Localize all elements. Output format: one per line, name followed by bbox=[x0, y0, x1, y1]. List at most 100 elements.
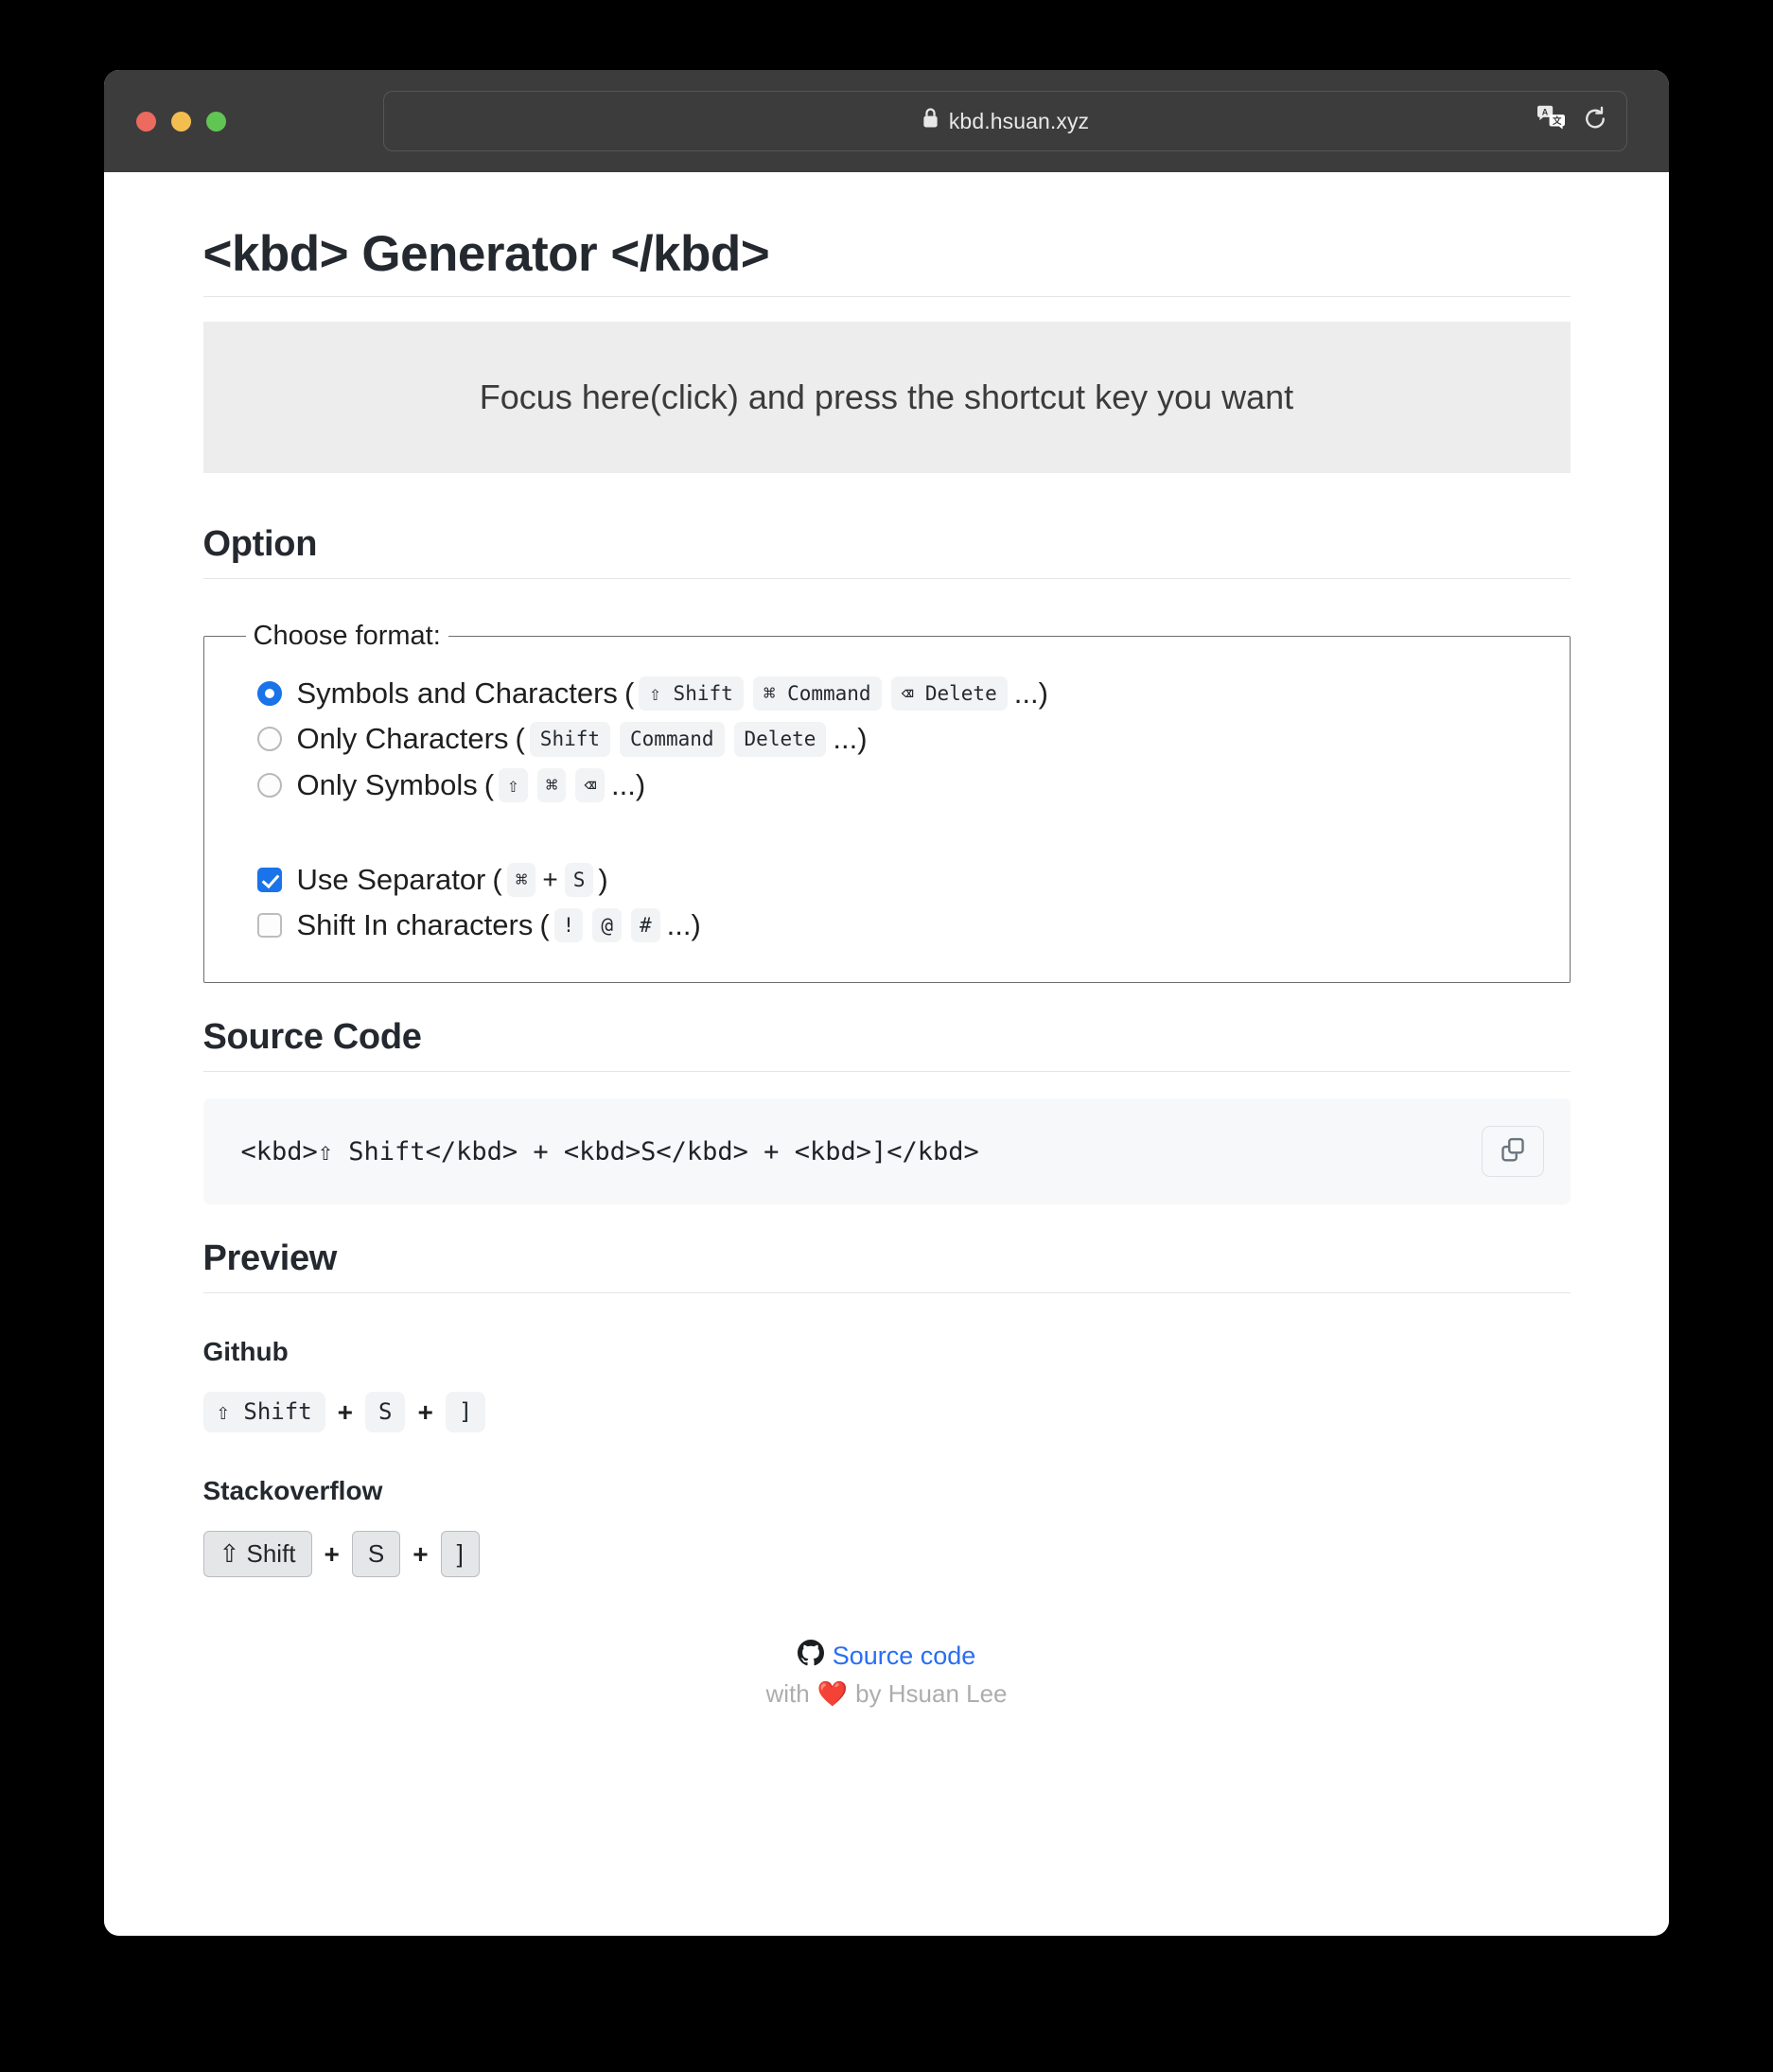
ellipsis: ... bbox=[833, 722, 858, 756]
close-paren: ) bbox=[1038, 676, 1048, 711]
option-section-heading: Option bbox=[202, 524, 1571, 579]
close-paren: ) bbox=[598, 862, 608, 896]
reload-icon[interactable] bbox=[1581, 105, 1609, 138]
close-paren: ) bbox=[857, 722, 868, 756]
address-bar-actions: A 文 bbox=[1536, 105, 1609, 138]
source-code-link-label: Source code bbox=[832, 1642, 976, 1671]
close-window-button[interactable] bbox=[136, 111, 156, 132]
kbd-chip: # bbox=[630, 908, 660, 943]
translate-icon[interactable]: A 文 bbox=[1536, 105, 1568, 138]
radio-only-characters[interactable] bbox=[256, 727, 282, 752]
checkbox-shift-in-characters[interactable] bbox=[256, 913, 282, 939]
open-paren: ( bbox=[515, 722, 525, 756]
close-paren: ) bbox=[635, 767, 646, 801]
preview-title-github: Github bbox=[202, 1337, 289, 1367]
checkbox-use-separator[interactable] bbox=[256, 867, 282, 892]
github-icon bbox=[797, 1640, 824, 1673]
kbd-chip: S bbox=[564, 862, 594, 897]
heart-icon: ❤️ bbox=[816, 1679, 849, 1709]
open-paren: ( bbox=[623, 676, 635, 711]
kbd-chip: ⌫ bbox=[575, 767, 606, 802]
shortcut-capture-hint: Focus here(click) and press the shortcut… bbox=[479, 378, 1294, 416]
kbd-chip: ⇧ Shift bbox=[202, 1392, 325, 1433]
svg-text:文: 文 bbox=[1552, 115, 1562, 127]
checkbox-label-use-separator: Use Separator bbox=[296, 862, 486, 896]
preview-group-stackoverflow: Stackoverflow ⇧ Shift + S + ] bbox=[202, 1476, 1571, 1578]
kbd-chip: Command bbox=[620, 722, 725, 757]
checkbox-label-shift-in-characters: Shift In characters bbox=[296, 908, 534, 942]
source-code-section-heading: Source Code bbox=[202, 1017, 1571, 1073]
kbd-chip: S bbox=[351, 1531, 401, 1578]
radio-row-only-characters[interactable]: Only Characters ( Shift Command Delete .… bbox=[256, 722, 1543, 757]
copy-button[interactable] bbox=[1481, 1126, 1544, 1178]
radio-row-symbols-and-characters[interactable]: Symbols and Characters ( ⇧ Shift ⌘ Comma… bbox=[256, 676, 1543, 711]
format-fieldset: Choose format: Symbols and Characters ( … bbox=[202, 621, 1571, 984]
svg-text:A: A bbox=[1542, 108, 1549, 117]
radio-row-only-symbols[interactable]: Only Symbols ( ⇧ ⌘ ⌫ ... ) bbox=[256, 767, 1543, 802]
kbd-chip: ⌘ bbox=[506, 862, 536, 897]
kbd-chip: ⇧ bbox=[499, 767, 528, 802]
footer-credit: with ❤️ by Hsuan Lee bbox=[203, 1679, 1571, 1709]
copy-icon bbox=[1499, 1135, 1527, 1168]
close-paren: ) bbox=[691, 908, 701, 942]
source-code-link[interactable]: Source code bbox=[797, 1640, 976, 1673]
address-bar-content: kbd.hsuan.xyz bbox=[922, 107, 1089, 135]
radio-label-only-characters: Only Characters bbox=[296, 722, 509, 756]
screen-root: kbd.hsuan.xyz A 文 <kbd> Generator </kbd>… bbox=[0, 0, 1773, 2072]
footer-credit-suffix: by Hsuan Lee bbox=[855, 1679, 1008, 1709]
kbd-chip: @ bbox=[592, 908, 622, 943]
kbd-chip: ! bbox=[553, 908, 584, 943]
separator-symbol: + bbox=[324, 1538, 340, 1569]
preview-title-stackoverflow: Stackoverflow bbox=[202, 1476, 383, 1506]
page-title: <kbd> Generator </kbd> bbox=[202, 225, 1571, 297]
separator-symbol: + bbox=[337, 1396, 354, 1427]
radio-label-only-symbols: Only Symbols bbox=[296, 767, 478, 801]
open-paren: ( bbox=[492, 862, 502, 896]
kbd-chip: ⌘ Command bbox=[752, 676, 882, 711]
preview-group-github: Github ⇧ Shift + S + ] bbox=[202, 1337, 1571, 1433]
separator-symbol: + bbox=[542, 864, 558, 894]
url-text: kbd.hsuan.xyz bbox=[948, 108, 1090, 133]
checkbox-row-use-separator[interactable]: Use Separator ( ⌘ + S ) bbox=[256, 862, 1543, 897]
page-footer: Source code with ❤️ by Hsuan Lee bbox=[203, 1640, 1571, 1741]
format-legend: Choose format: bbox=[253, 621, 441, 651]
browser-window: kbd.hsuan.xyz A 文 <kbd> Generator </kbd>… bbox=[104, 70, 1669, 1936]
open-paren: ( bbox=[539, 908, 550, 942]
ellipsis: ... bbox=[611, 767, 636, 801]
browser-titlebar: kbd.hsuan.xyz A 文 bbox=[104, 70, 1669, 172]
lock-icon bbox=[922, 107, 939, 135]
address-bar[interactable]: kbd.hsuan.xyz A 文 bbox=[383, 91, 1627, 151]
radio-symbols-and-characters[interactable] bbox=[256, 681, 282, 707]
radio-label-symbols-and-characters: Symbols and Characters bbox=[296, 676, 618, 711]
kbd-chip: Delete bbox=[733, 722, 827, 757]
shortcut-capture-area[interactable]: Focus here(click) and press the shortcut… bbox=[202, 322, 1571, 473]
kbd-chip: ⇧ Shift bbox=[202, 1531, 312, 1578]
preview-keys-stackoverflow: ⇧ Shift + S + ] bbox=[202, 1531, 1571, 1578]
preview-keys-github: ⇧ Shift + S + ] bbox=[202, 1392, 1571, 1433]
kbd-chip: Shift bbox=[529, 722, 611, 757]
preview-section-heading: Preview bbox=[202, 1238, 1571, 1294]
minimize-window-button[interactable] bbox=[171, 111, 191, 132]
kbd-chip: ⌫ Delete bbox=[890, 676, 1008, 711]
traffic-light-group bbox=[136, 111, 226, 132]
kbd-chip: S bbox=[365, 1392, 406, 1433]
checkbox-row-shift-in-characters[interactable]: Shift In characters ( ! @ # ... ) bbox=[256, 908, 1543, 943]
kbd-chip: ⇧ Shift bbox=[639, 676, 744, 711]
page-body: <kbd> Generator </kbd> Focus here(click)… bbox=[104, 172, 1669, 1936]
source-code-text: <kbd>⇧ Shift</kbd> + <kbd>S</kbd> + <kbd… bbox=[240, 1136, 979, 1167]
ellipsis: ... bbox=[666, 908, 692, 942]
kbd-chip: ] bbox=[445, 1392, 486, 1433]
page-content: <kbd> Generator </kbd> Focus here(click)… bbox=[202, 172, 1571, 1741]
separator-symbol: + bbox=[413, 1538, 429, 1569]
open-paren: ( bbox=[483, 767, 495, 801]
footer-credit-prefix: with bbox=[765, 1679, 810, 1709]
kbd-chip: ⌘ bbox=[536, 767, 567, 802]
kbd-chip: ] bbox=[440, 1531, 480, 1578]
radio-only-symbols[interactable] bbox=[256, 772, 282, 798]
maximize-window-button[interactable] bbox=[206, 111, 226, 132]
separator-symbol: + bbox=[417, 1396, 433, 1427]
